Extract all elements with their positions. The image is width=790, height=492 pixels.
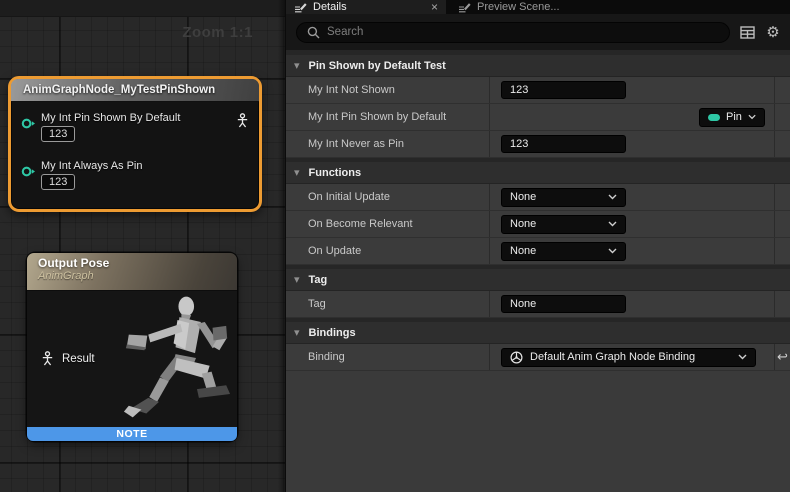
- panel-empty-area: [286, 371, 790, 491]
- reset-column: [774, 291, 790, 317]
- display-filter-icon[interactable]: [738, 23, 756, 41]
- property-row-on-become-relevant: On Become Relevant None: [286, 211, 790, 238]
- property-label: My Int Not Shown: [308, 84, 395, 96]
- settings-gear-icon[interactable]: ⚙: [764, 23, 782, 41]
- output-pose-subtitle: AnimGraph: [38, 270, 237, 282]
- pin-row-always-as-pin: My Int Always As Pin 123: [21, 160, 142, 190]
- pin-visibility-dropdown[interactable]: Pin: [699, 108, 765, 127]
- tag-input[interactable]: [501, 295, 626, 313]
- caret-down-icon: ▾: [294, 273, 300, 286]
- animation-blueprint-editor: Zoom 1:1 AnimGraphNode_MyTestPinShown My…: [0, 0, 790, 492]
- search-input[interactable]: [327, 26, 719, 38]
- caret-down-icon: ▾: [294, 166, 300, 179]
- section-header-bindings[interactable]: ▾ Bindings: [286, 322, 790, 344]
- property-row-tag: Tag: [286, 291, 790, 318]
- property-label: On Initial Update: [308, 191, 390, 203]
- binding-dropdown[interactable]: Default Anim Graph Node Binding: [501, 348, 756, 367]
- property-row-binding: Binding Default Anim Graph Node Binding …: [286, 344, 790, 371]
- binding-class-icon: [510, 351, 523, 364]
- my-int-never-as-pin-input[interactable]: [501, 135, 626, 153]
- tab-close-icon[interactable]: ×: [431, 2, 438, 12]
- tab-details[interactable]: Details ×: [286, 0, 446, 14]
- output-pose-title: Output Pose: [38, 256, 237, 270]
- property-label: My Int Never as Pin: [308, 138, 404, 150]
- result-pin-label: Result: [62, 353, 95, 365]
- reset-column: [774, 184, 790, 210]
- chevron-down-icon: [748, 114, 756, 120]
- node-note-text: NOTE: [116, 428, 147, 440]
- reset-column: ↩: [774, 344, 790, 370]
- property-label: On Become Relevant: [308, 218, 413, 230]
- property-label: My Int Pin Shown by Default: [308, 111, 446, 123]
- details-panel: Details × Preview Scene...: [285, 0, 790, 492]
- int-pin-icon[interactable]: [21, 165, 36, 178]
- property-row-my-int-never-as-pin: My Int Never as Pin: [286, 131, 790, 158]
- chevron-down-icon: [608, 248, 617, 254]
- panel-tab-bar: Details × Preview Scene...: [286, 0, 790, 14]
- output-pose-body: Result: [27, 291, 237, 427]
- canvas-top-band: [0, 0, 285, 17]
- int-pin-icon[interactable]: [21, 117, 36, 130]
- property-row-my-int-not-shown: My Int Not Shown: [286, 77, 790, 104]
- preview-scene-tab-icon: [458, 2, 471, 13]
- reset-column: [774, 211, 790, 237]
- section-header-tag[interactable]: ▾ Tag: [286, 269, 790, 291]
- search-bar: ⚙: [286, 14, 790, 50]
- property-label: Binding: [308, 351, 345, 363]
- pose-output-pin-icon[interactable]: [236, 113, 249, 128]
- node-note-bar[interactable]: NOTE: [27, 427, 237, 441]
- caret-down-icon: ▾: [294, 59, 300, 72]
- zoom-level-label: Zoom 1:1: [182, 24, 253, 41]
- property-row-on-initial-update: On Initial Update None: [286, 184, 790, 211]
- on-become-relevant-dropdown[interactable]: None: [501, 215, 626, 234]
- pin-value-box[interactable]: 123: [41, 126, 75, 142]
- tab-details-label: Details: [313, 1, 347, 13]
- graph-canvas[interactable]: Zoom 1:1 AnimGraphNode_MyTestPinShown My…: [0, 0, 285, 492]
- my-int-not-shown-input[interactable]: [501, 81, 626, 99]
- section-header-functions[interactable]: ▾ Functions: [286, 162, 790, 184]
- property-row-on-update: On Update None: [286, 238, 790, 265]
- pin-label: My Int Pin Shown By Default: [41, 112, 180, 124]
- tab-preview-scene-label: Preview Scene...: [477, 1, 560, 13]
- anim-graph-node-title: AnimGraphNode_MyTestPinShown: [23, 84, 215, 96]
- reset-column: [774, 131, 790, 157]
- running-mannequin-image: [121, 293, 233, 423]
- revert-to-default-icon[interactable]: ↩: [777, 349, 788, 365]
- property-row-my-int-pin-shown-by-default: My Int Pin Shown by Default Pin: [286, 104, 790, 131]
- reset-column: [774, 77, 790, 103]
- details-tab-icon: [294, 2, 307, 13]
- tab-preview-scene[interactable]: Preview Scene...: [450, 0, 568, 14]
- pin-shape-icon: [708, 114, 720, 121]
- pose-pin-icon: [41, 351, 54, 366]
- search-field[interactable]: [296, 22, 730, 43]
- details-body: ▾ Pin Shown by Default Test My Int Not S…: [286, 50, 790, 491]
- panel-edge-shadow: [278, 0, 285, 492]
- chevron-down-icon: [608, 194, 617, 200]
- on-initial-update-dropdown[interactable]: None: [501, 188, 626, 207]
- property-label: Tag: [308, 298, 326, 310]
- on-update-dropdown[interactable]: None: [501, 242, 626, 261]
- search-icon: [307, 26, 320, 39]
- result-pin[interactable]: Result: [41, 351, 95, 366]
- property-label: On Update: [308, 245, 361, 257]
- output-pose-header[interactable]: Output Pose AnimGraph: [27, 253, 237, 291]
- pin-value-box[interactable]: 123: [41, 174, 75, 190]
- reset-column: [774, 238, 790, 264]
- anim-graph-node[interactable]: AnimGraphNode_MyTestPinShown My Int Pin …: [8, 76, 262, 212]
- section-header-pin-shown-by-default-test[interactable]: ▾ Pin Shown by Default Test: [286, 55, 790, 77]
- caret-down-icon: ▾: [294, 326, 300, 339]
- output-pose-node[interactable]: Output Pose AnimGraph: [27, 253, 237, 441]
- pin-row-shown-by-default: My Int Pin Shown By Default 123: [21, 112, 180, 142]
- reset-column: [774, 104, 790, 130]
- chevron-down-icon: [608, 221, 617, 227]
- chevron-down-icon: [738, 354, 747, 360]
- anim-graph-node-header[interactable]: AnimGraphNode_MyTestPinShown: [11, 79, 259, 102]
- pin-label: My Int Always As Pin: [41, 160, 142, 172]
